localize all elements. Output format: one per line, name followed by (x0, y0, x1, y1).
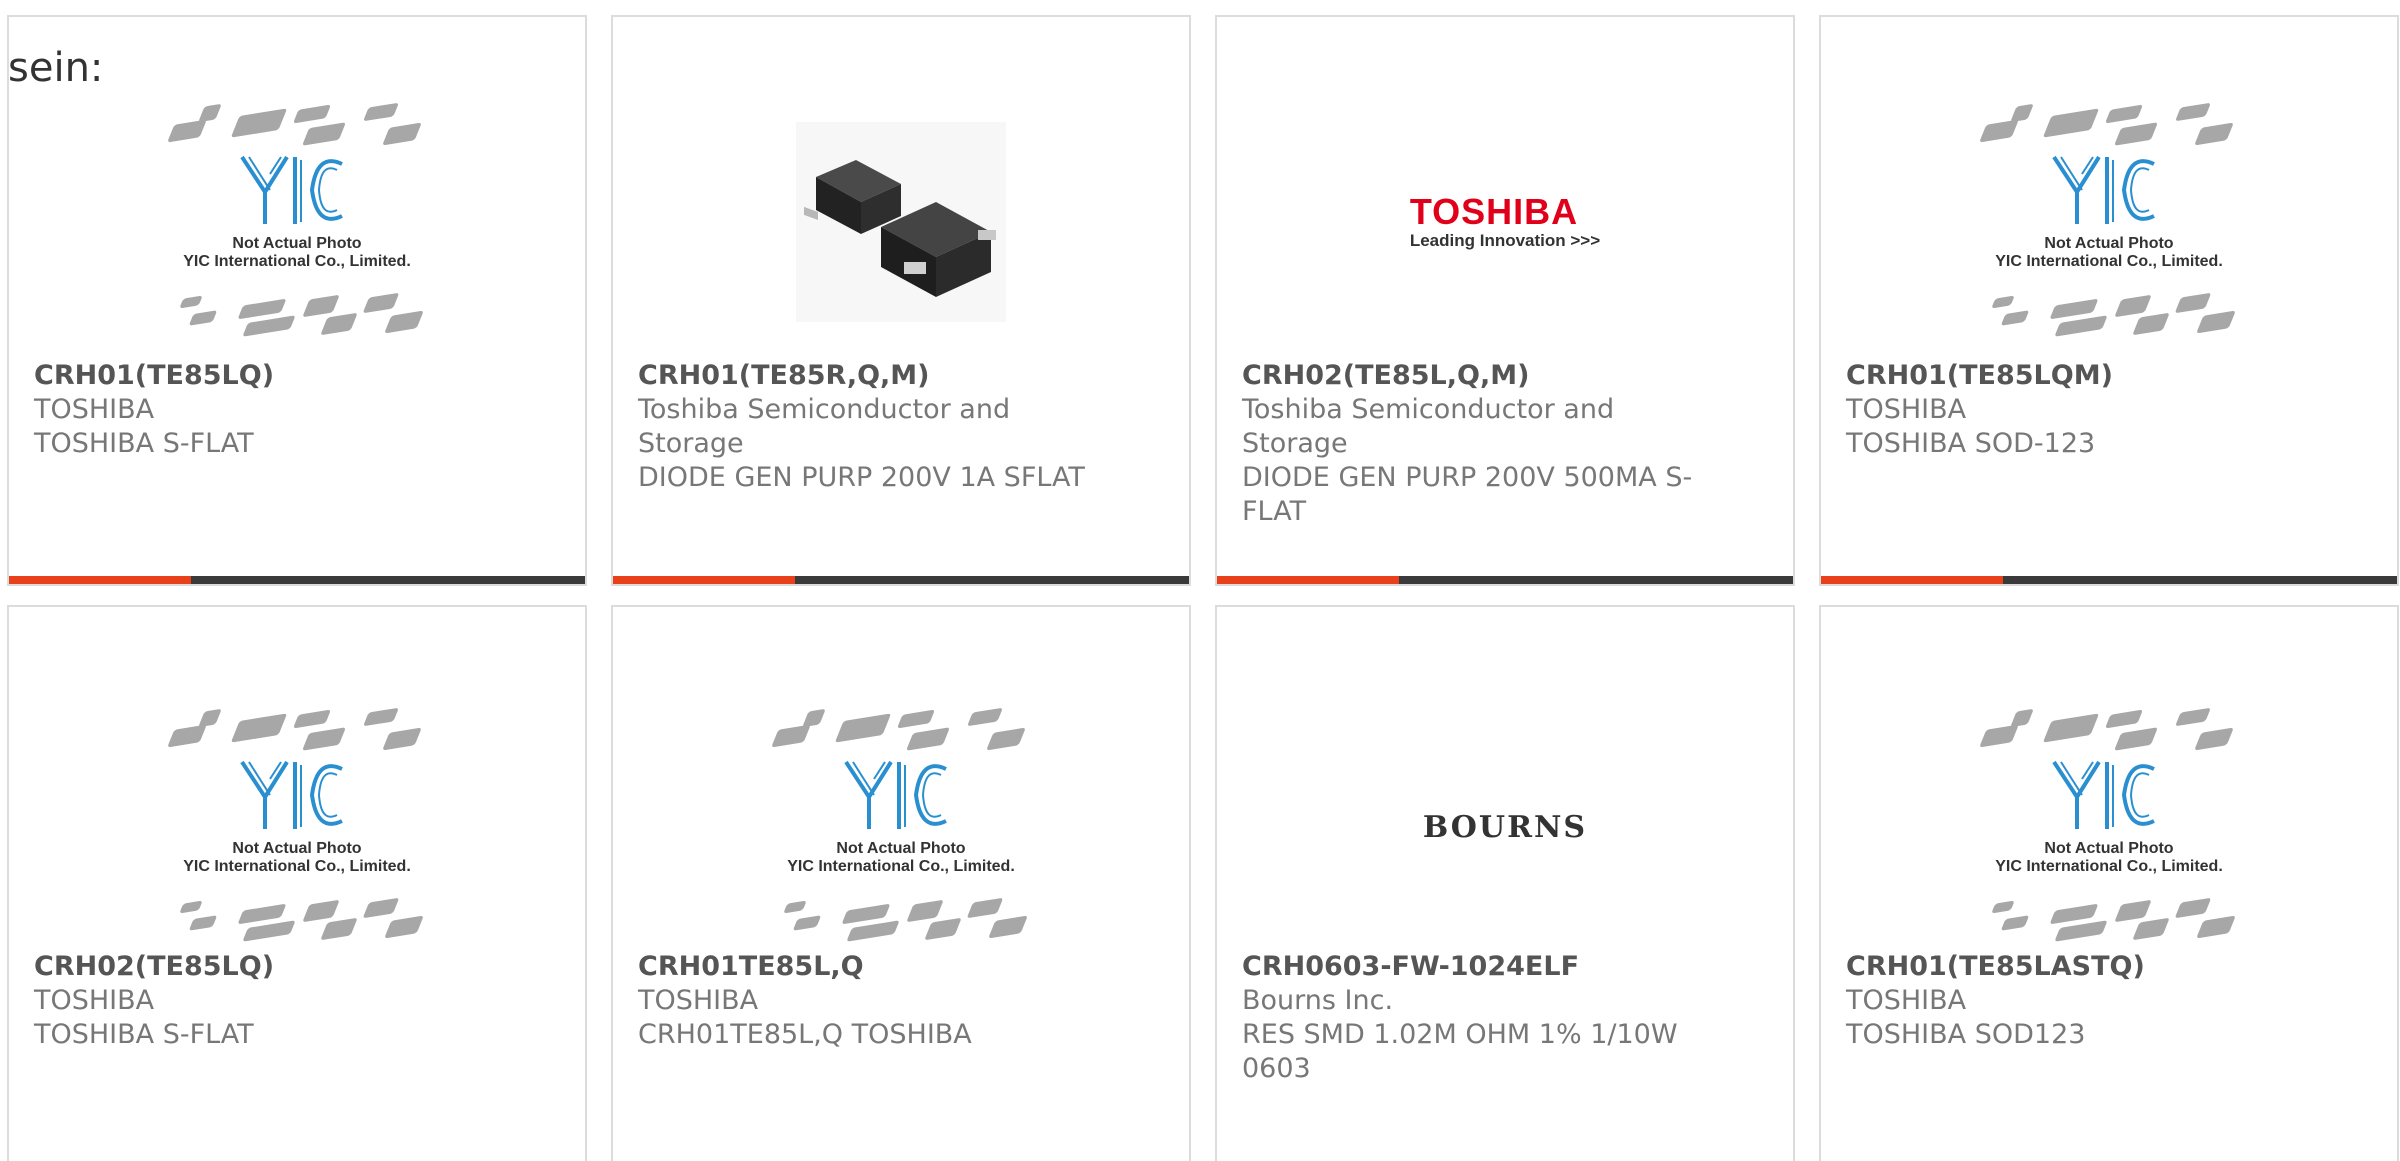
manufacturer: Toshiba Semiconductor and Storage (638, 394, 1011, 459)
placeholder-company: YIC International Co., Limited. (1995, 858, 2223, 875)
placeholder-caption: Not Actual Photo (232, 235, 362, 252)
placeholder-company: YIC International Co., Limited. (1995, 253, 2223, 270)
yic-placeholder-image: Not Actual Photo YIC International Co., … (1969, 97, 2249, 347)
product-card[interactable]: Not Actual Photo YIC International Co., … (7, 15, 587, 586)
product-info: CRH01(TE85LQ) TOSHIBA TOSHIBA S-FLAT (34, 359, 504, 461)
product-info: CRH01(TE85LQM) TOSHIBA TOSHIBA SOD-123 (1846, 359, 2316, 461)
manufacturer: TOSHIBA (638, 985, 759, 1016)
card-accent (1821, 576, 2003, 584)
placeholder-caption: Not Actual Photo (2044, 235, 2174, 252)
part-number[interactable]: CRH01TE85L,Q (638, 950, 1108, 984)
card-bottom-bar (613, 576, 1189, 584)
toshiba-logo-brand: TOSHIBA (1409, 191, 1579, 232)
description: CRH01TE85L,Q TOSHIBA (638, 1019, 972, 1050)
yic-placeholder-image: Not Actual Photo YIC International Co., … (157, 97, 437, 347)
part-number[interactable]: CRH02(TE85L,Q,M) (1242, 359, 1712, 393)
manufacturer: TOSHIBA (1846, 985, 1967, 1016)
placeholder-company: YIC International Co., Limited. (787, 858, 1015, 875)
manufacturer: TOSHIBA (34, 985, 155, 1016)
product-grid: Not Actual Photo YIC International Co., … (0, 0, 2400, 1161)
toshiba-logo: TOSHIBA Leading Innovation >>> (1410, 193, 1600, 251)
product-image[interactable] (613, 77, 1189, 367)
diode-photo (796, 122, 1006, 322)
description: TOSHIBA S-FLAT (34, 1019, 254, 1050)
part-number[interactable]: CRH01(TE85LQM) (1846, 359, 2316, 393)
placeholder-caption: Not Actual Photo (836, 840, 966, 857)
section-heading: sein: (8, 45, 104, 91)
product-image[interactable]: Not Actual Photo YIC International Co., … (9, 77, 585, 367)
product-card[interactable]: Not Actual Photo YIC International Co., … (611, 605, 1191, 1161)
product-image[interactable]: BOURNS (1217, 682, 1793, 972)
product-image[interactable]: Not Actual Photo YIC International Co., … (9, 682, 585, 972)
card-accent (1217, 576, 1399, 584)
product-card[interactable]: Not Actual Photo YIC International Co., … (7, 605, 587, 1161)
product-info: CRH02(TE85L,Q,M) Toshiba Semiconductor a… (1242, 359, 1712, 529)
card-accent (613, 576, 795, 584)
card-bottom-bar (1217, 576, 1793, 584)
description: TOSHIBA SOD123 (1846, 1019, 2086, 1050)
description: TOSHIBA SOD-123 (1846, 428, 2096, 459)
bourns-logo: BOURNS (1422, 809, 1588, 845)
card-accent (9, 576, 191, 584)
placeholder-caption: Not Actual Photo (2044, 840, 2174, 857)
placeholder-company: YIC International Co., Limited. (183, 858, 411, 875)
product-info: CRH02(TE85LQ) TOSHIBA TOSHIBA S-FLAT (34, 950, 504, 1052)
product-info: CRH0603-FW-1024ELF Bourns Inc. RES SMD 1… (1242, 950, 1712, 1086)
manufacturer: TOSHIBA (1846, 394, 1967, 425)
product-card[interactable]: Not Actual Photo YIC International Co., … (1819, 605, 2399, 1161)
product-card[interactable]: Not Actual Photo YIC International Co., … (1819, 15, 2399, 586)
manufacturer: Toshiba Semiconductor and Storage (1242, 394, 1615, 459)
product-card[interactable]: BOURNS CRH0603-FW-1024ELF Bourns Inc. RE… (1215, 605, 1795, 1161)
placeholder-caption: Not Actual Photo (232, 840, 362, 857)
part-number[interactable]: CRH01(TE85R,Q,M) (638, 359, 1108, 393)
yic-placeholder-image: Not Actual Photo YIC International Co., … (761, 702, 1041, 952)
toshiba-logo-tagline: Leading Innovation >>> (1409, 231, 1601, 250)
description: DIODE GEN PURP 200V 500MA S-FLAT (1242, 462, 1693, 527)
manufacturer: TOSHIBA (34, 394, 155, 425)
product-info: CRH01TE85L,Q TOSHIBA CRH01TE85L,Q TOSHIB… (638, 950, 1108, 1052)
product-info: CRH01(TE85R,Q,M) Toshiba Semiconductor a… (638, 359, 1108, 495)
product-card[interactable]: TOSHIBA Leading Innovation >>> CRH02(TE8… (1215, 15, 1795, 586)
card-bottom-bar (9, 576, 585, 584)
description: TOSHIBA S-FLAT (34, 428, 254, 459)
part-number[interactable]: CRH0603-FW-1024ELF (1242, 950, 1712, 984)
description: RES SMD 1.02M OHM 1% 1/10W 0603 (1242, 1019, 1678, 1084)
manufacturer: Bourns Inc. (1242, 985, 1394, 1016)
card-bottom-bar (1821, 576, 2397, 584)
placeholder-company: YIC International Co., Limited. (183, 253, 411, 270)
part-number[interactable]: CRH01(TE85LASTQ) (1846, 950, 2316, 984)
product-image[interactable]: Not Actual Photo YIC International Co., … (1821, 77, 2397, 367)
product-info: CRH01(TE85LASTQ) TOSHIBA TOSHIBA SOD123 (1846, 950, 2316, 1052)
yic-placeholder-image: Not Actual Photo YIC International Co., … (157, 702, 437, 952)
product-image[interactable]: Not Actual Photo YIC International Co., … (1821, 682, 2397, 972)
part-number[interactable]: CRH01(TE85LQ) (34, 359, 504, 393)
part-number[interactable]: CRH02(TE85LQ) (34, 950, 504, 984)
product-image[interactable]: TOSHIBA Leading Innovation >>> (1217, 77, 1793, 367)
product-image[interactable]: Not Actual Photo YIC International Co., … (613, 682, 1189, 972)
product-card[interactable]: CRH01(TE85R,Q,M) Toshiba Semiconductor a… (611, 15, 1191, 586)
description: DIODE GEN PURP 200V 1A SFLAT (638, 462, 1085, 493)
yic-placeholder-image: Not Actual Photo YIC International Co., … (1969, 702, 2249, 952)
